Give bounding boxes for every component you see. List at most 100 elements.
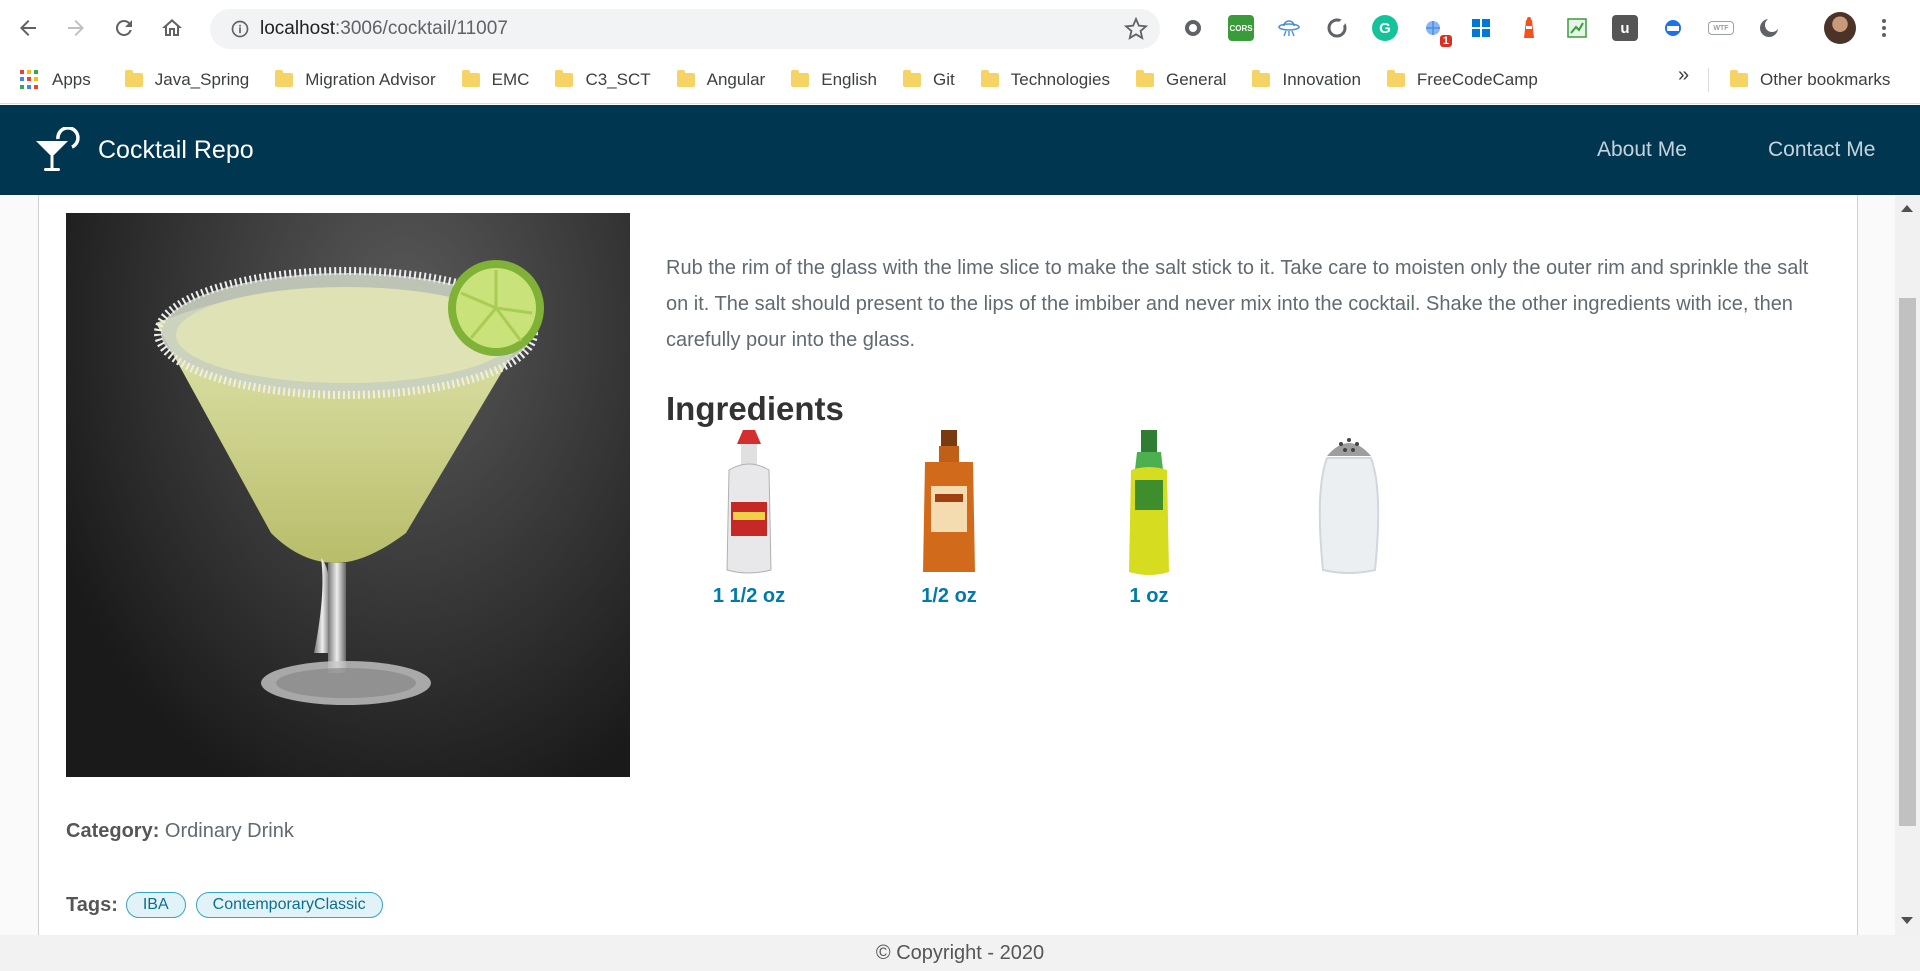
refresh-ext-icon[interactable] — [1324, 15, 1350, 41]
category-line: Category: Ordinary Drink — [66, 820, 294, 843]
folder-icon — [791, 69, 810, 87]
tags-line: Tags: IBA ContemporaryClassic — [66, 892, 393, 918]
nav-about-me[interactable]: About Me — [1597, 138, 1687, 162]
ingredient-measure: 1 1/2 oz — [712, 585, 786, 607]
spreadsheet-ext-icon[interactable] — [1564, 15, 1590, 41]
scroll-down-arrow-icon[interactable] — [1901, 917, 1913, 924]
page-content: Rub the rim of the glass with the lime s… — [0, 195, 1920, 935]
extension-circle-icon[interactable] — [1180, 15, 1206, 41]
cocktail-logo-icon[interactable] — [34, 127, 84, 175]
bookmark-folder[interactable]: General — [1126, 64, 1236, 96]
bookmark-folder[interactable]: EMC — [452, 64, 540, 96]
ingredient-measure: 1/2 oz — [921, 585, 977, 607]
folder-icon — [980, 69, 999, 87]
ingredient-item[interactable]: 1/2 oz — [879, 430, 1019, 608]
bookmark-folder[interactable]: Technologies — [971, 64, 1120, 96]
scroll-up-arrow-icon[interactable] — [1901, 205, 1913, 212]
bookmark-star-icon[interactable] — [1124, 17, 1148, 41]
ingredient-item[interactable]: 1 oz — [1079, 430, 1219, 608]
bookmarks-divider — [1708, 68, 1709, 92]
scrollbar-thumb[interactable] — [1899, 298, 1916, 826]
category-label: Category: — [66, 820, 160, 842]
ingredients-heading: Ingredients — [666, 390, 844, 427]
bookmark-label: Other bookmarks — [1760, 70, 1891, 89]
bookmark-label: Innovation — [1282, 69, 1361, 89]
bookmark-folder[interactable]: Migration Advisor — [265, 64, 445, 96]
bookmark-apps[interactable]: Apps — [0, 64, 101, 96]
windows-icon[interactable] — [1468, 15, 1494, 41]
folder-icon — [275, 69, 294, 87]
forward-arrow-icon — [68, 20, 84, 36]
folder-icon — [1252, 69, 1271, 87]
bookmark-folder[interactable]: C3_SCT — [545, 64, 660, 96]
bookmark-folder[interactable]: English — [781, 64, 887, 96]
lighthouse-icon[interactable] — [1516, 15, 1542, 41]
page-scrollbar[interactable] — [1895, 195, 1920, 935]
bookmarks-overflow-button[interactable]: » — [1678, 64, 1689, 87]
site-info-icon[interactable] — [220, 9, 260, 49]
u-ext-icon[interactable]: u — [1612, 15, 1638, 41]
bookmarks-bar: Apps Java_Spring Migration Advisor EMC C… — [0, 56, 1920, 104]
bookmark-label: General — [1165, 69, 1227, 89]
folder-icon — [676, 69, 695, 87]
folder-icon — [1730, 70, 1748, 87]
bookmark-label: Angular — [706, 69, 766, 89]
bookmark-folder[interactable]: Angular — [667, 64, 776, 96]
profile-avatar[interactable] — [1824, 12, 1856, 44]
triple-sec-bottle-icon — [923, 430, 975, 572]
tag-badge[interactable]: IBA — [125, 892, 186, 918]
bookmark-label: Technologies — [1010, 69, 1110, 89]
apps-grid-icon — [20, 69, 40, 90]
tequila-bottle-icon — [726, 428, 772, 574]
page-footer: © Copyright - 2020 — [0, 935, 1920, 971]
other-bookmarks-folder[interactable]: Other bookmarks — [1720, 64, 1900, 96]
bookmark-label: Git — [933, 69, 955, 89]
bookmark-label: EMC — [491, 69, 530, 89]
url-text: localhost:3006/cocktail/11007 — [260, 18, 508, 39]
address-bar[interactable]: localhost:3006/cocktail/11007 — [210, 9, 1160, 49]
nav-contact-me[interactable]: Contact Me — [1768, 138, 1875, 162]
tag-badge[interactable]: ContemporaryClassic — [195, 892, 383, 918]
back-button[interactable] — [8, 8, 48, 48]
bookmark-label: C3_SCT — [585, 69, 651, 89]
ingredient-item[interactable] — [1279, 430, 1419, 585]
folder-icon — [461, 69, 480, 87]
lime-juice-bottle-icon — [1129, 430, 1169, 575]
folder-icon — [124, 69, 143, 87]
folder-icon — [1386, 69, 1405, 87]
browser-menu-icon[interactable] — [1872, 12, 1896, 44]
cocktail-detail-card: Rub the rim of the glass with the lime s… — [38, 195, 1858, 935]
cors-extension-icon[interactable]: CORS — [1228, 15, 1254, 41]
extensions-bar: CORS G 1 u WTF — [1180, 12, 1804, 47]
app-header: Cocktail Repo About Me Contact Me — [0, 105, 1920, 195]
bookmark-folder[interactable]: Git — [893, 64, 965, 96]
wtf-ext-icon[interactable]: WTF — [1708, 21, 1734, 35]
bookmark-folder[interactable]: Innovation — [1242, 64, 1370, 96]
salt-shaker-icon — [1318, 438, 1380, 574]
tags-label: Tags: — [66, 893, 118, 916]
cocktail-photo — [66, 213, 630, 777]
grammarly-icon[interactable]: G — [1372, 15, 1398, 41]
bookmark-folder[interactable]: Java_Spring — [115, 64, 260, 96]
instructions-text: Rub the rim of the glass with the lime s… — [666, 257, 1809, 351]
bookmark-label: Apps — [52, 69, 91, 89]
globe-ext-icon[interactable] — [1660, 15, 1686, 41]
extension-badge: 1 — [1439, 35, 1452, 47]
ingredient-item[interactable]: 1 1/2 oz — [679, 428, 819, 608]
reload-button[interactable] — [104, 8, 144, 48]
ingredient-measure: 1 oz — [1129, 585, 1169, 607]
bookmark-label: FreeCodeCamp — [1416, 69, 1538, 89]
bug-ext-icon[interactable]: 1 — [1420, 15, 1452, 47]
home-icon — [162, 19, 182, 36]
folder-icon — [1135, 69, 1154, 87]
reload-icon — [115, 19, 132, 36]
ufo-extension-icon[interactable] — [1276, 15, 1302, 41]
forward-button[interactable] — [56, 8, 96, 48]
bookmark-folder[interactable]: FreeCodeCamp — [1377, 64, 1548, 96]
bookmark-label: English — [821, 69, 877, 89]
home-button[interactable] — [152, 8, 192, 48]
bookmark-label: Java_Spring — [154, 69, 250, 89]
dark-mode-icon[interactable] — [1756, 15, 1782, 41]
brand-title[interactable]: Cocktail Repo — [98, 136, 254, 165]
bookmark-label: Migration Advisor — [305, 69, 436, 89]
